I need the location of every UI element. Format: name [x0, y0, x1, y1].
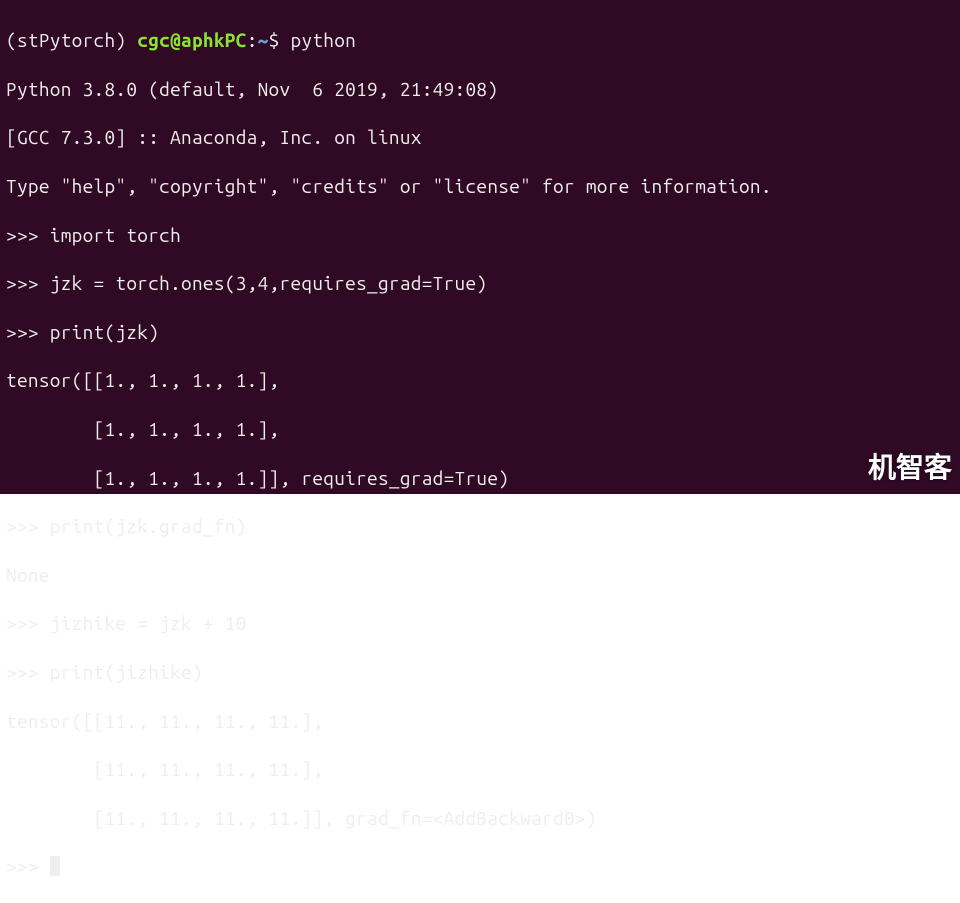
repl-input: jizhike = jzk + 10 [50, 612, 247, 634]
repl-line: >>> print(jzk.grad_fn) [6, 514, 954, 538]
repl-input: print(jizhike) [50, 661, 203, 683]
repl-line: >>> print(jizhike) [6, 660, 954, 684]
cursor [50, 856, 60, 876]
repl-input: print(jzk) [50, 321, 159, 343]
repl-output: [11., 11., 11., 11.], [6, 757, 954, 781]
python-version-line: Python 3.8.0 (default, Nov 6 2019, 21:49… [6, 77, 954, 101]
cwd-path: ~ [258, 29, 269, 51]
shell-prompt-line: (stPytorch) cgc@aphkPC:~$ python [6, 28, 954, 52]
terminal[interactable]: (stPytorch) cgc@aphkPC:~$ python Python … [0, 0, 960, 494]
watermark: 机智客 [868, 446, 952, 486]
user-host: cgc@aphkPC [137, 29, 246, 51]
repl-input: import torch [50, 224, 181, 246]
repl-prompt: >>> [6, 321, 50, 343]
repl-line: >>> import torch [6, 223, 954, 247]
repl-input: jzk = torch.ones(3,4,requires_grad=True) [50, 272, 488, 294]
repl-output: [11., 11., 11., 11.]], grad_fn=<AddBackw… [6, 806, 954, 830]
repl-line: >>> jizhike = jzk + 10 [6, 611, 954, 635]
repl-output: [1., 1., 1., 1.], [6, 417, 954, 441]
repl-input: print(jzk.grad_fn) [50, 515, 247, 537]
conda-env: (stPytorch) [6, 29, 137, 51]
repl-output: None [6, 563, 954, 587]
repl-output: [1., 1., 1., 1.]], requires_grad=True) [6, 466, 954, 490]
repl-prompt: >>> [6, 661, 50, 683]
help-line: Type "help", "copyright", "credits" or "… [6, 174, 954, 198]
shell-command: python [290, 29, 356, 51]
prompt-colon: : [247, 29, 258, 51]
gcc-line: [GCC 7.3.0] :: Anaconda, Inc. on linux [6, 125, 954, 149]
repl-prompt: >>> [6, 272, 50, 294]
repl-prompt: >>> [6, 855, 50, 877]
repl-output: tensor([[11., 11., 11., 11.], [6, 709, 954, 733]
repl-output: tensor([[1., 1., 1., 1.], [6, 368, 954, 392]
repl-prompt: >>> [6, 612, 50, 634]
repl-prompt: >>> [6, 515, 50, 537]
repl-prompt: >>> [6, 224, 50, 246]
prompt-dollar: $ [269, 29, 291, 51]
repl-line: >>> jzk = torch.ones(3,4,requires_grad=T… [6, 271, 954, 295]
repl-line-active[interactable]: >>> [6, 854, 954, 878]
repl-line: >>> print(jzk) [6, 320, 954, 344]
